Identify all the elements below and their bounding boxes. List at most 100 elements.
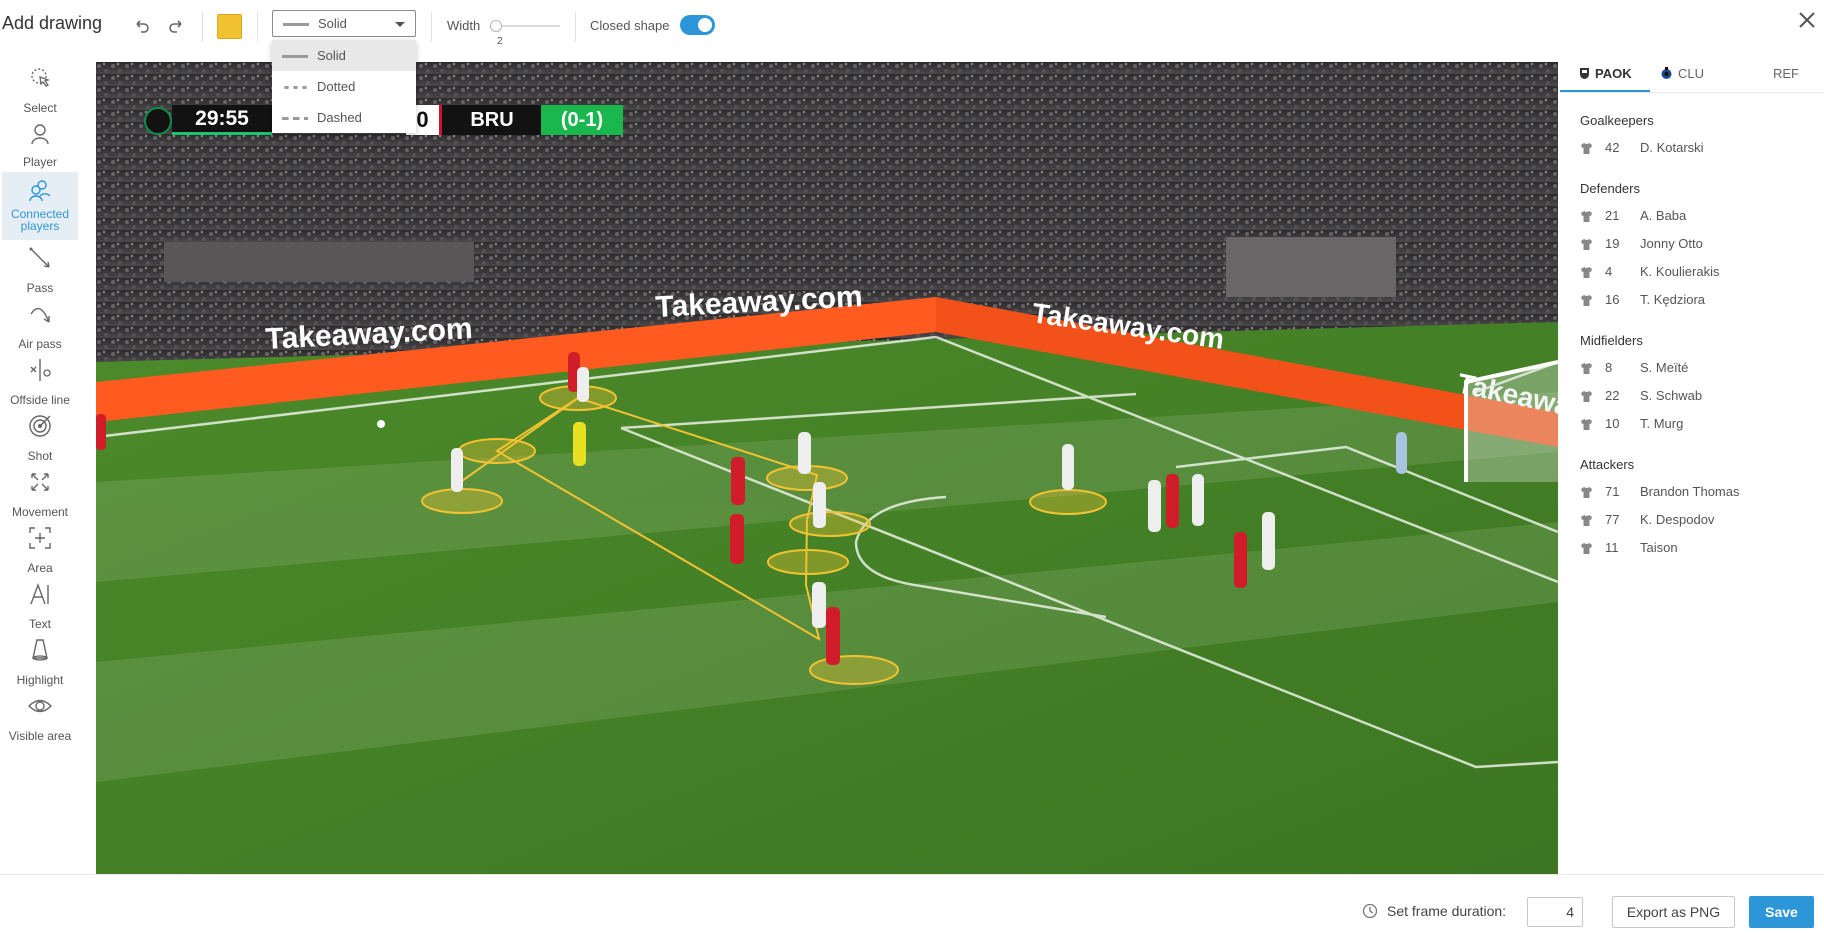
undo-icon	[136, 20, 149, 33]
clock-icon	[1362, 903, 1378, 919]
line-style-dropdown: Solid Dotted Dashed	[272, 40, 416, 133]
player-row[interactable]: 4 K. Koulierakis	[1580, 262, 1820, 286]
tool-label: Movement	[11, 505, 69, 519]
width-slider-handle[interactable]	[490, 20, 503, 32]
goal	[1464, 360, 1558, 482]
tool-movement[interactable]: Movement	[2, 464, 78, 520]
player-row[interactable]: 42 D. Kotarski	[1580, 138, 1820, 162]
dashed-line-icon	[282, 117, 308, 120]
line-style-select[interactable]: Solid	[272, 10, 416, 37]
shirt-icon	[1581, 295, 1592, 306]
line-style-selected-label: Solid	[318, 16, 347, 31]
shirt-icon	[1581, 419, 1592, 430]
tool-visible-area[interactable]: Visible area	[2, 688, 78, 744]
shirt-icon	[1581, 239, 1592, 250]
player-marker[interactable]	[789, 511, 871, 537]
export-png-button[interactable]: Export as PNG	[1612, 896, 1735, 928]
player-row[interactable]: 19 Jonny Otto	[1580, 234, 1820, 258]
tool-connected-players[interactable]: Connected players	[2, 172, 78, 240]
close-button[interactable]	[1795, 8, 1819, 32]
player-name: D. Kotarski	[1640, 140, 1704, 155]
player-name: Taison	[1640, 540, 1678, 555]
offside-line-icon	[30, 359, 51, 381]
match-clock: 29:55	[172, 105, 272, 135]
tab-paok[interactable]: PAOK	[1560, 54, 1650, 92]
color-picker-button[interactable]	[217, 14, 242, 39]
video-frame[interactable]: Takeaway.com Takeaway.com Takeaway.com T…	[96, 62, 1558, 874]
tool-highlight[interactable]: Highlight	[2, 632, 78, 688]
option-label: Solid	[317, 48, 346, 63]
player-name: Brandon Thomas	[1640, 484, 1740, 499]
player-number: 42	[1605, 140, 1620, 155]
player-marker[interactable]	[1029, 489, 1107, 515]
player-row[interactable]: 77 K. Despodov	[1580, 510, 1820, 534]
shirt-icon	[1581, 515, 1592, 526]
player-row[interactable]: 11 Taison	[1580, 538, 1820, 562]
tab-ref[interactable]: REF	[1740, 54, 1824, 92]
closed-shape-toggle[interactable]	[680, 15, 715, 35]
frame-duration-input[interactable]: 4	[1527, 897, 1583, 927]
tool-area[interactable]: Area	[2, 520, 78, 576]
tool-select[interactable]: Select	[2, 60, 78, 116]
tool-offside-line[interactable]: Offside line	[2, 352, 78, 408]
line-style-option-solid[interactable]: Solid	[272, 40, 416, 71]
movement-icon	[31, 473, 49, 491]
option-label: Dotted	[317, 79, 356, 94]
tool-label: Text	[28, 617, 51, 631]
undo-button[interactable]	[130, 14, 154, 38]
close-icon	[1799, 12, 1815, 28]
line-style-option-dotted[interactable]: Dotted	[272, 71, 416, 102]
tab-label: PAOK	[1595, 66, 1632, 81]
team-crest-icon	[1661, 67, 1672, 79]
player-marker[interactable]	[809, 655, 899, 685]
toolbar-divider	[575, 12, 576, 42]
player-row[interactable]: 16 T. Kędziora	[1580, 290, 1820, 314]
air-pass-icon	[30, 307, 50, 323]
option-label: Dashed	[317, 110, 362, 125]
player-row[interactable]: 10 T. Murg	[1580, 414, 1820, 438]
aggregate-score: (0-1)	[541, 105, 623, 135]
tool-label: Air pass	[18, 337, 62, 351]
stand-roof	[1226, 237, 1396, 297]
tool-air-pass[interactable]: Air pass	[2, 296, 78, 352]
pass-icon	[29, 247, 50, 268]
tool-label: Player	[22, 155, 57, 169]
player-number: 21	[1605, 208, 1620, 223]
width-slider[interactable]	[490, 20, 560, 32]
frame-duration-label: Set frame duration:	[1387, 903, 1507, 919]
tool-pass[interactable]: Pass	[2, 240, 78, 296]
pitch-canvas[interactable]: Takeaway.com Takeaway.com Takeaway.com T…	[96, 62, 1558, 874]
save-button[interactable]: Save	[1749, 896, 1814, 928]
player-number: 71	[1605, 484, 1620, 499]
player-row[interactable]: 21 A. Baba	[1580, 206, 1820, 230]
tool-player[interactable]: Player	[2, 116, 78, 172]
toolbar-divider	[431, 12, 432, 42]
cursor-icon	[31, 68, 50, 87]
tool-label: Select	[23, 101, 57, 115]
player-number: 77	[1605, 512, 1620, 527]
player-row[interactable]: 22 S. Schwab	[1580, 386, 1820, 410]
tool-text[interactable]: Text	[2, 576, 78, 632]
line-style-option-dashed[interactable]: Dashed	[272, 102, 416, 133]
player-number: 10	[1605, 416, 1620, 431]
player-marker[interactable]	[767, 549, 849, 575]
tab-label: CLU	[1678, 66, 1705, 81]
closed-shape-label: Closed shape	[590, 18, 670, 33]
player-row[interactable]: 8 S. Meïté	[1580, 358, 1820, 382]
bottom-bar: Set frame duration: 4 Export as PNG Save	[0, 874, 1824, 933]
player-number: 11	[1605, 540, 1619, 555]
redo-button[interactable]	[164, 14, 188, 38]
player-marker[interactable]	[421, 488, 503, 514]
tool-label: Pass	[26, 281, 54, 295]
team-crest-icon	[1580, 68, 1589, 79]
player-row[interactable]: 71 Brandon Thomas	[1580, 482, 1820, 506]
toggle-knob	[698, 18, 712, 32]
away-team-abbr: BRU	[442, 105, 542, 135]
player-marker[interactable]	[458, 438, 536, 464]
width-label: Width	[447, 18, 481, 33]
player-name: K. Koulierakis	[1640, 264, 1720, 279]
chevron-down-icon	[395, 22, 405, 27]
tool-label: Connected players	[10, 207, 70, 233]
tab-clu[interactable]: CLU	[1650, 54, 1740, 92]
tool-shot[interactable]: Shot	[2, 408, 78, 464]
